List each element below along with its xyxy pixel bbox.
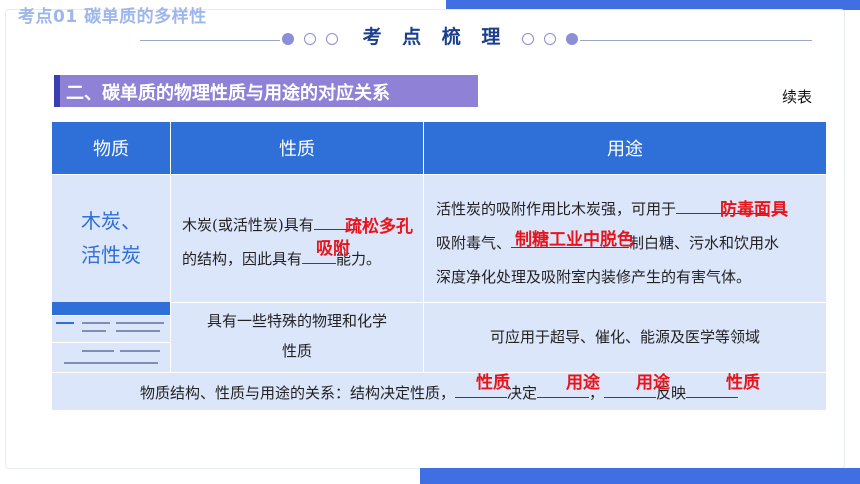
answer-porous: 疏松多孔 [345, 217, 413, 237]
thumbnail-line [116, 330, 160, 332]
answer-property: 性质 [476, 373, 510, 393]
subtitle-bar: 二、碳单质的物理性质与用途的对应关系 [54, 75, 478, 107]
use-text: 制白糖、污水和饮用水 [629, 234, 780, 252]
property-text: 性质 [281, 342, 312, 360]
property-text: 木炭(或活性炭)具有 [182, 216, 314, 234]
property-cell-row2: 具有一些特殊的物理和化学 性质 [171, 306, 423, 366]
thumbnail-line [82, 330, 106, 332]
use-text: 吸附毒气、 [436, 234, 512, 252]
header-dot-hollow [522, 33, 534, 45]
row-divider [52, 372, 826, 373]
substance-line: 活性炭 [81, 243, 141, 267]
thumbnail-line [116, 322, 164, 324]
answer-gas-mask: 防毒面具 [720, 200, 788, 220]
answer-use: 用途 [566, 373, 600, 393]
slide-corner-decoration-top [446, 0, 860, 10]
thumbnail-line [64, 362, 158, 364]
summary-text: 决定 [506, 384, 537, 402]
substance-line: 木炭、 [81, 209, 141, 233]
property-text: 具有一些特殊的物理和化学 [206, 312, 387, 330]
header-divider-right [580, 40, 812, 41]
answer-sugar-decolor: 制糖工业中脱色 [515, 230, 634, 250]
thumbnail-line [120, 350, 160, 352]
header-dot-hollow [304, 33, 316, 45]
header-dot-filled-left [282, 33, 294, 45]
thumbnail-row [52, 343, 170, 372]
use-cell-row2: 可应用于超导、催化、能源及医学等领域 [489, 328, 760, 346]
answer-use: 用途 [636, 373, 670, 393]
thumbnail-line [82, 350, 114, 352]
thumbnail-row [52, 316, 170, 342]
thumbnail-header [52, 302, 170, 315]
row-divider [52, 174, 826, 175]
summary-text: 物质结构、性质与用途的关系：结构决定性质， [139, 384, 455, 402]
thumbnail-line [82, 322, 110, 324]
column-header-substance: 物质 [52, 122, 170, 174]
topic-label: 考点01 碳单质的多样性 [18, 7, 207, 27]
header-dot-hollow [326, 33, 338, 45]
column-header-property: 性质 [171, 122, 423, 174]
property-use-table: 物质 性质 用途 木炭、 活性炭 木炭(或活性炭)具有 的结构，因此具有 能力。 … [52, 122, 826, 410]
column-header-use: 用途 [424, 122, 826, 174]
table-thumbnail-image [52, 302, 170, 372]
continued-label: 续表 [782, 88, 813, 106]
relation-summary: 物质结构、性质与用途的关系：结构决定性质， 决定，反映 [52, 376, 826, 410]
subtitle-text: 二、碳单质的物理性质与用途的对应关系 [66, 83, 390, 104]
slide-corner-decoration-bottom [420, 468, 860, 484]
use-text: 活性炭的吸附作用比木炭强，可用于 [436, 200, 677, 218]
answer-property: 性质 [726, 373, 760, 393]
header-dot-hollow [544, 33, 556, 45]
property-text: 的结构，因此具有 [182, 250, 303, 268]
substance-name-charcoal: 木炭、 活性炭 [52, 204, 170, 272]
answer-adsorption: 吸附 [316, 239, 350, 259]
header-divider-left [140, 40, 280, 41]
thumbnail-line [56, 322, 74, 324]
section-title: 考 点 梳 理 [362, 26, 508, 48]
use-text: 深度净化处理及吸附室内装修产生的有害气体。 [436, 268, 752, 286]
header-dot-filled-right [566, 33, 578, 45]
